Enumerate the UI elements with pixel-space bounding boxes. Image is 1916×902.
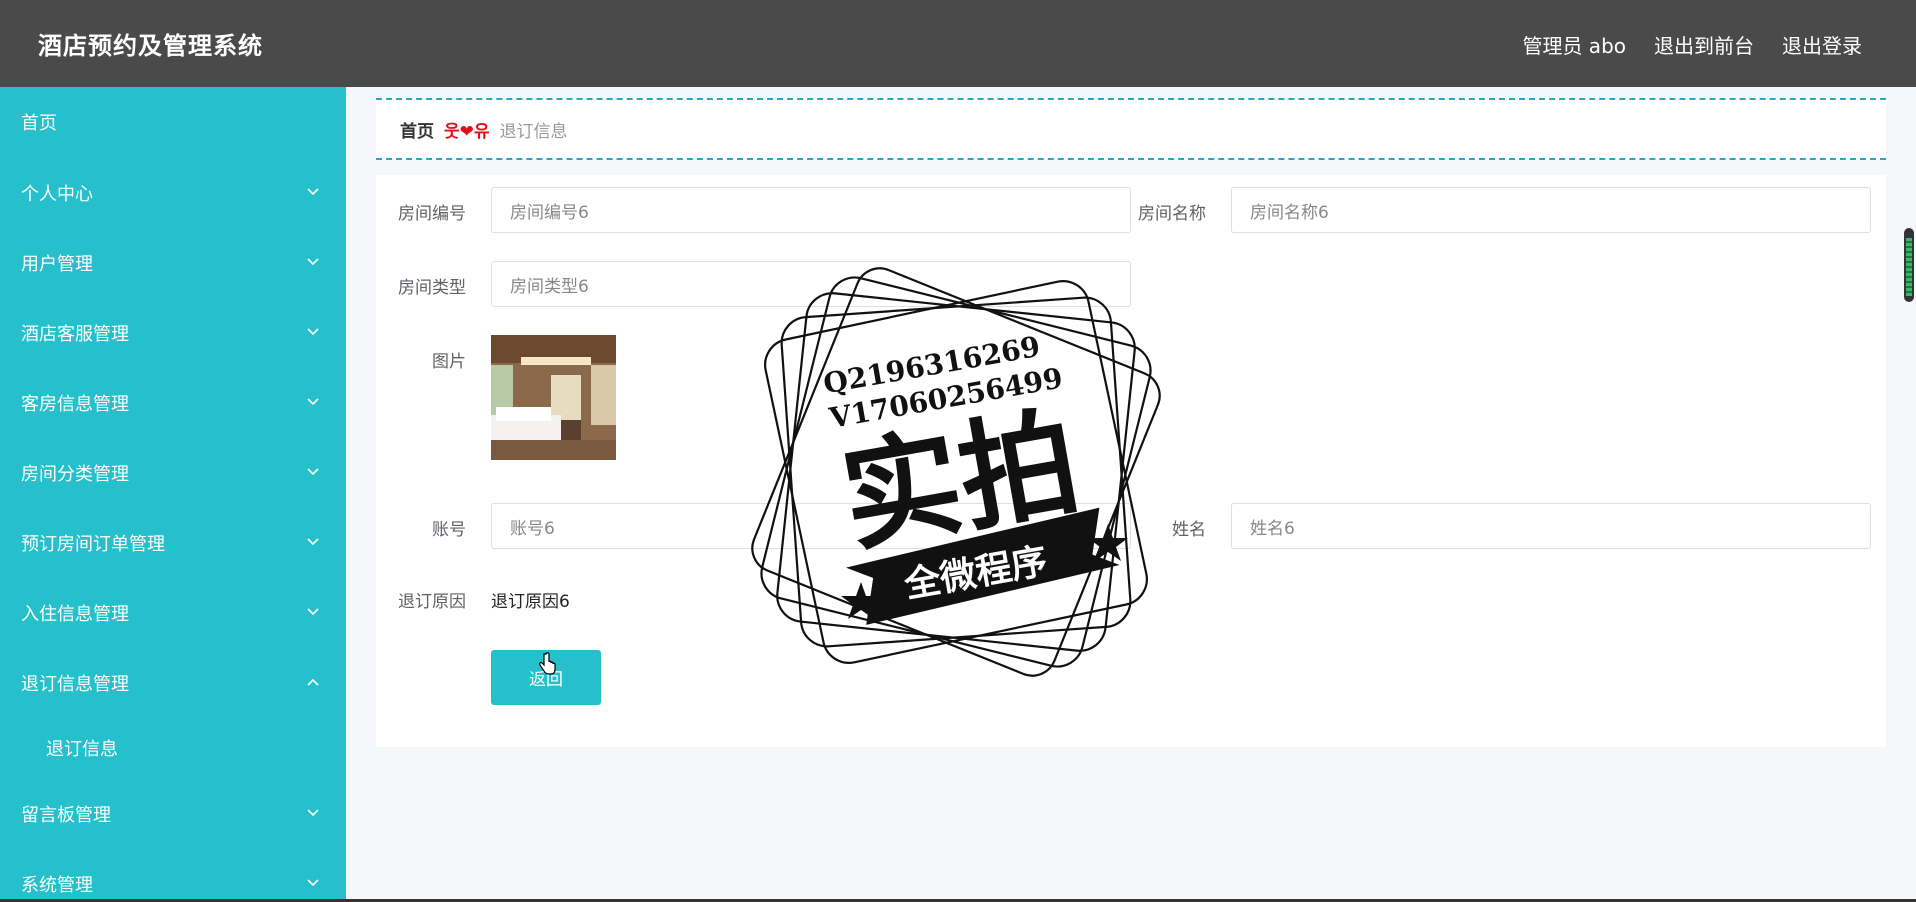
sidebar-item-label: 预订房间订单管理	[21, 534, 165, 555]
scroll-indicator[interactable]	[1904, 228, 1914, 302]
sidebar-item-label: 首页	[21, 113, 57, 134]
room-type-field[interactable]: 房间类型6	[491, 261, 1131, 307]
chevron-down-icon	[307, 328, 319, 336]
room-name-field[interactable]: 房间名称6	[1231, 187, 1871, 233]
sidebar-item-label: 退订信息管理	[21, 674, 129, 695]
hand-cursor-icon	[539, 652, 556, 675]
detail-form: 房间编号 房间编号6 房间名称 房间名称6 房间类型 房间类型6 图片 账号 账…	[376, 175, 1886, 747]
account-label: 账号	[432, 520, 466, 540]
room-name-label: 房间名称	[1138, 204, 1206, 224]
sidebar-item-checkin-mgmt[interactable]: 入住信息管理	[0, 588, 346, 638]
main-content: 首页 웃❤유 退订信息 房间编号 房间编号6 房间名称 房间名称6 房间类型 房…	[346, 87, 1916, 902]
sidebar-item-personal-center[interactable]: 个人中心	[0, 168, 346, 218]
chevron-down-icon	[307, 809, 319, 817]
logout-link[interactable]: 退出登录	[1782, 30, 1862, 59]
chevron-down-icon	[307, 188, 319, 196]
image-label: 图片	[432, 352, 466, 372]
scroll-fill	[1906, 238, 1912, 296]
breadcrumb-home[interactable]: 首页	[400, 117, 434, 142]
breadcrumb-current: 退订信息	[499, 121, 568, 142]
sidebar-item-label: 酒店客服管理	[21, 324, 129, 345]
to-frontend-link[interactable]: 退出到前台	[1654, 30, 1754, 59]
sidebar-item-label: 留言板管理	[21, 805, 111, 826]
chevron-down-icon	[307, 468, 319, 476]
name-field[interactable]: 姓名6	[1231, 503, 1871, 549]
name-label: 姓名	[1172, 520, 1206, 540]
sidebar-item-room-info-mgmt[interactable]: 客房信息管理	[0, 378, 346, 428]
sidebar-item-label: 用户管理	[21, 254, 93, 275]
sidebar-item-label: 房间分类管理	[21, 464, 129, 485]
sidebar-item-message-board-mgmt[interactable]: 留言板管理	[0, 789, 346, 839]
header-actions: 管理员 abo 退出到前台 退出登录	[1522, 30, 1862, 59]
sidebar-item-system-mgmt[interactable]: 系统管理	[0, 859, 346, 902]
reason-label: 退订原因	[398, 592, 466, 612]
sidebar-item-label: 退订信息	[46, 739, 118, 760]
chevron-down-icon	[307, 538, 319, 546]
room-no-label: 房间编号	[398, 204, 466, 224]
sidebar-item-label: 客房信息管理	[21, 394, 129, 415]
chevron-down-icon	[307, 879, 319, 887]
top-bar: 酒店预约及管理系统 管理员 abo 退出到前台 退出登录	[0, 0, 1916, 87]
sidebar-item-service-mgmt[interactable]: 酒店客服管理	[0, 308, 346, 358]
sidebar-item-booking-order-mgmt[interactable]: 预订房间订单管理	[0, 518, 346, 568]
reason-value: 退订原因6	[491, 592, 570, 612]
user-label[interactable]: 管理员 abo	[1522, 30, 1626, 59]
app-title: 酒店预约及管理系统	[38, 32, 263, 60]
chevron-down-icon	[307, 258, 319, 266]
sidebar-item-home[interactable]: 首页	[0, 97, 346, 147]
room-no-field[interactable]: 房间编号6	[491, 187, 1131, 233]
sidebar-item-cancel-info[interactable]: 退订信息	[0, 723, 346, 773]
breadcrumb-separator: 웃❤유	[444, 121, 490, 142]
sidebar-item-label: 入住信息管理	[21, 604, 129, 625]
chevron-up-icon	[307, 678, 319, 686]
breadcrumb: 首页 웃❤유 退订信息	[376, 98, 1886, 160]
chevron-down-icon	[307, 398, 319, 406]
sidebar-item-label: 个人中心	[21, 184, 93, 205]
chevron-down-icon	[307, 608, 319, 616]
sidebar-item-label: 系统管理	[21, 875, 93, 896]
sidebar: 首页 个人中心 用户管理 酒店客服管理 客房信息管理 房间分类管理 预订房间订单…	[0, 87, 346, 902]
sidebar-item-user-mgmt[interactable]: 用户管理	[0, 238, 346, 288]
room-photo	[491, 335, 616, 460]
sidebar-item-room-category-mgmt[interactable]: 房间分类管理	[0, 448, 346, 498]
account-field[interactable]: 账号6	[491, 503, 1131, 549]
sidebar-item-cancel-mgmt[interactable]: 退订信息管理	[0, 658, 346, 708]
room-type-label: 房间类型	[398, 278, 466, 298]
